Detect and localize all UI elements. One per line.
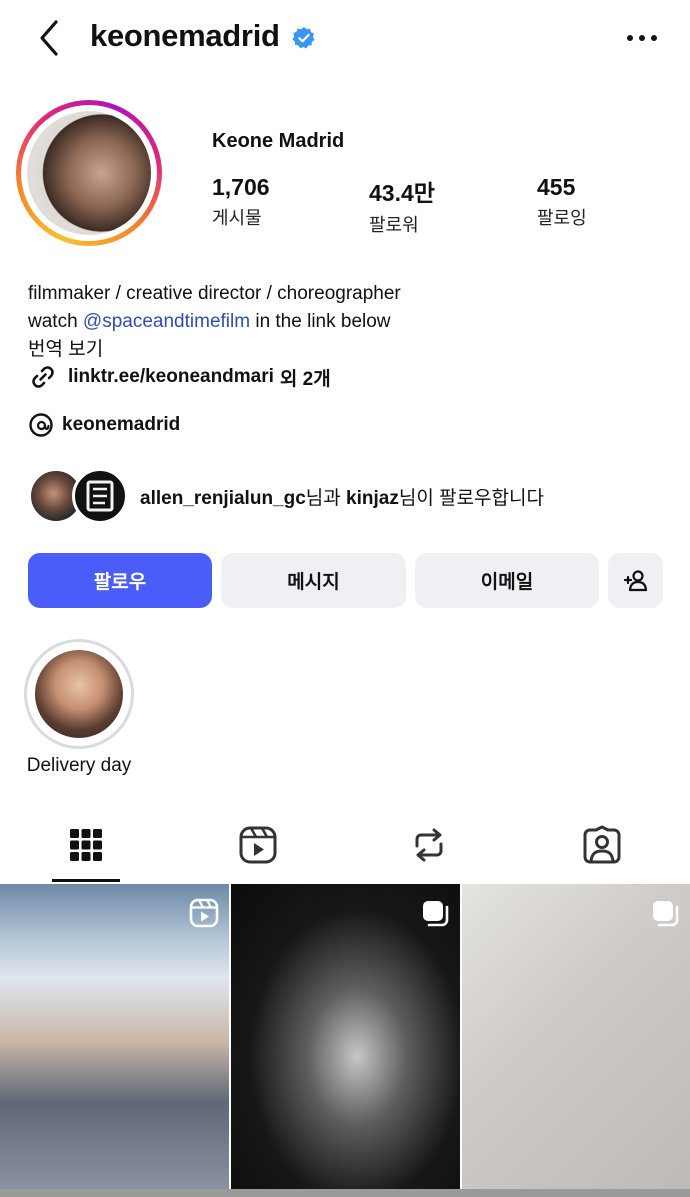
profile-bio: filmmaker / creative director / choreogr… (28, 280, 668, 364)
link-extra: 외 2개 (279, 368, 331, 390)
kinjaz-logo-icon (86, 480, 114, 512)
threads-handle: keonemadrid (62, 414, 181, 435)
profile-tabs (0, 815, 690, 883)
posts-grid (0, 884, 690, 1197)
profile-full-name: Keone Madrid (212, 130, 345, 152)
mutual-followers[interactable]: allen_renjialun_gc님과 kinjaz님이 팔로우합니다 (28, 468, 678, 524)
following-label: 팔로잉 (537, 208, 587, 228)
more-options-icon[interactable] (624, 24, 660, 52)
external-link[interactable]: linktr.ee/keoneandmari 외 2개 (28, 362, 331, 392)
followers-count: 43.4만 (369, 180, 435, 206)
follow-button[interactable]: 팔로우 (28, 553, 212, 608)
reposts-icon[interactable] (409, 825, 449, 865)
verified-badge-icon (292, 27, 315, 49)
mutual-avatar-2 (72, 468, 128, 524)
active-tab-indicator (52, 879, 120, 882)
avatar (27, 111, 151, 235)
mutual-followers-text: allen_renjialun_gc님과 kinjaz님이 팔로우합니다 (140, 488, 544, 509)
following-count: 455 (537, 174, 576, 200)
posts-label: 게시물 (212, 208, 262, 228)
bio-mention-link[interactable]: @spaceandtimefilm (83, 311, 250, 332)
stat-posts[interactable]: 1,706 게시물 (212, 174, 270, 230)
carousel-badge-icon (653, 901, 679, 927)
add-person-icon (623, 569, 647, 591)
reel-badge-icon (189, 898, 219, 928)
translate-link[interactable]: 번역 보기 (28, 336, 668, 364)
email-button[interactable]: 이메일 (415, 553, 599, 608)
profile-avatar-story-ring[interactable] (16, 100, 192, 246)
post-thumbnail[interactable] (0, 884, 229, 1197)
post-thumbnail[interactable] (231, 884, 460, 1197)
link-icon (32, 366, 54, 388)
posts-count: 1,706 (212, 174, 270, 200)
message-button[interactable]: 메시지 (221, 553, 406, 608)
followers-label: 팔로워 (369, 215, 419, 235)
suggested-accounts-button[interactable] (608, 553, 663, 608)
highlight-cover (35, 650, 123, 738)
post-thumbnail[interactable] (462, 884, 690, 1197)
highlight-label: Delivery day (26, 755, 132, 776)
story-highlight[interactable] (24, 639, 134, 749)
stat-followers[interactable]: 43.4만 팔로워 (369, 174, 435, 237)
bio-line-2: watch @spaceandtimefilm in the link belo… (28, 311, 391, 332)
threads-badge[interactable]: keonemadrid (28, 412, 180, 438)
stat-following[interactable]: 455 팔로잉 (537, 174, 587, 230)
carousel-badge-icon (423, 901, 449, 927)
grid-posts-icon[interactable] (66, 825, 106, 865)
bio-line-1: filmmaker / creative director / choreogr… (28, 283, 401, 304)
profile-username: keonemadrid (90, 18, 280, 53)
top-bar: keonemadrid (0, 0, 690, 78)
link-text: linktr.ee/keoneandmari (68, 366, 274, 387)
tagged-icon[interactable] (582, 825, 622, 865)
reels-icon[interactable] (238, 825, 278, 865)
back-arrow-icon[interactable] (30, 18, 70, 58)
next-row-peek (0, 1189, 690, 1197)
threads-icon (29, 413, 53, 437)
